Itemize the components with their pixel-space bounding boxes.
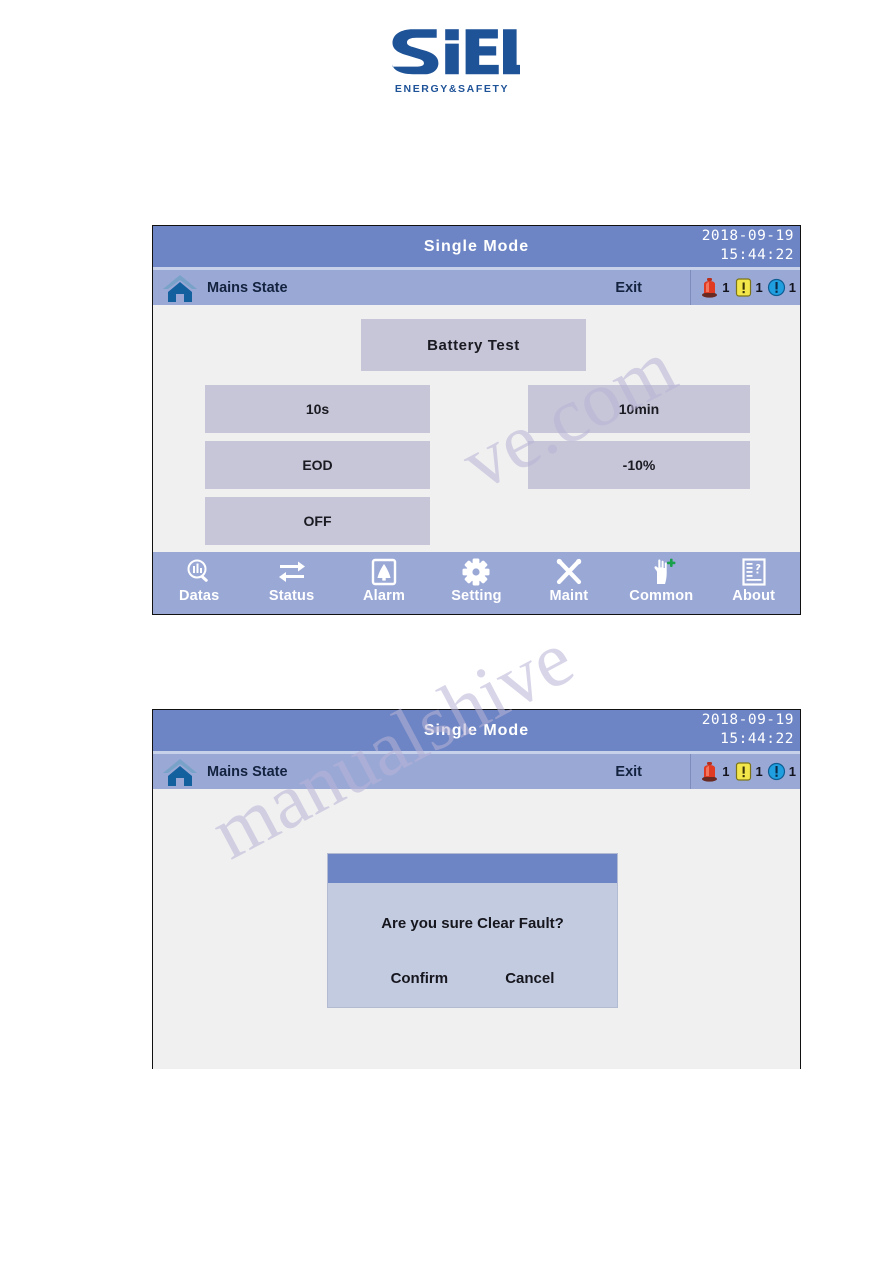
nav-label-about: About: [732, 588, 776, 604]
alarm-critical-indicator-2[interactable]: 1: [700, 761, 730, 782]
tools-icon: [556, 558, 582, 585]
gear-icon: [462, 558, 490, 586]
nav-label-datas: Datas: [178, 588, 220, 604]
screen-datetime-2: 2018-09-19 15:44:22: [702, 711, 794, 749]
alarm-info-indicator-2[interactable]: 1: [767, 761, 796, 782]
transfer-arrows-icon: [278, 561, 305, 582]
exit-button[interactable]: Exit: [615, 280, 642, 296]
alarm-beacon-icon: [702, 762, 718, 782]
bell-icon: [371, 558, 397, 586]
alarm-info-count-2: 1: [788, 764, 796, 779]
warning-triangle-icon: [735, 278, 751, 297]
info-circle-icon: [767, 762, 785, 781]
alarm-indicator-group-2: 1 1 1: [690, 754, 796, 789]
battery-test-minus10-button[interactable]: -10%: [528, 441, 750, 489]
dialog-message: Are you sure Clear Fault?: [381, 915, 564, 932]
nav-item-about[interactable]: About: [708, 557, 800, 604]
home-icon[interactable]: [161, 757, 199, 787]
data-search-icon: [187, 559, 208, 582]
nav-item-setting[interactable]: Setting: [430, 557, 522, 604]
dialog-confirm-button[interactable]: Confirm: [391, 970, 449, 987]
alarm-warning-count: 1: [755, 280, 763, 295]
battery-test-10min-button[interactable]: 10min: [528, 385, 750, 433]
ups-screen-battery-test: Single Mode 2018-09-19 15:44:22 Mains St…: [152, 225, 801, 615]
screen-time-2: 15:44:22: [720, 731, 794, 747]
screen-time: 15:44:22: [720, 247, 794, 263]
ups-screen-clear-fault: Single Mode 2018-09-19 15:44:22 Mains St…: [152, 709, 801, 1069]
exit-button-2[interactable]: Exit: [615, 764, 642, 780]
battery-test-eod-button[interactable]: EOD: [205, 441, 430, 489]
screen-datetime: 2018-09-19 15:44:22: [702, 227, 794, 265]
warning-triangle-icon: [735, 762, 751, 781]
hand-plus-icon: [654, 558, 676, 584]
nav-item-status[interactable]: Status: [246, 557, 338, 604]
nav-item-common[interactable]: Common: [615, 557, 707, 604]
nav-item-datas[interactable]: Datas: [153, 557, 245, 604]
alarm-critical-count-2: 1: [722, 764, 730, 779]
alarm-info-count: 1: [788, 280, 796, 295]
screen-subbar: Mains State Exit 1 1 1: [153, 270, 800, 305]
dialog-cancel-button[interactable]: Cancel: [505, 970, 554, 987]
alarm-critical-indicator[interactable]: 1: [700, 277, 730, 298]
nav-label-common: Common: [629, 588, 694, 604]
info-circle-icon: [767, 278, 785, 297]
clear-fault-body: Are you sure Clear Fault? Confirm Cancel: [153, 789, 800, 1069]
alarm-beacon-icon: [702, 278, 718, 298]
bottom-navigation-bar: Datas Status Alarm Setting Maint Common …: [153, 552, 800, 614]
dialog-titlebar: [328, 854, 617, 883]
mains-state-label-2: Mains State: [207, 763, 288, 780]
brand-logo: ENERGY&SAFETY: [382, 24, 522, 110]
alarm-warning-count-2: 1: [755, 764, 763, 779]
screen-subbar-2: Mains State Exit 1 1 1: [153, 754, 800, 789]
home-icon[interactable]: [161, 273, 199, 303]
alarm-info-indicator[interactable]: 1: [767, 277, 796, 298]
nav-item-alarm[interactable]: Alarm: [338, 557, 430, 604]
screen-titlebar: Single Mode 2018-09-19 15:44:22: [153, 226, 800, 267]
nav-label-maint: Maint: [549, 588, 589, 604]
clear-fault-dialog: Are you sure Clear Fault? Confirm Cancel: [327, 853, 618, 1008]
alarm-critical-count: 1: [722, 280, 730, 295]
mains-state-label: Mains State: [207, 279, 288, 296]
alarm-warning-indicator-2[interactable]: 1: [734, 761, 763, 782]
battery-test-off-button[interactable]: OFF: [205, 497, 430, 545]
nav-label-alarm: Alarm: [362, 588, 406, 604]
screen-date-2: 2018-09-19: [701, 712, 794, 728]
battery-test-body: Battery Test 10s EOD OFF 10min -10%: [153, 305, 800, 575]
dialog-actions: Confirm Cancel: [328, 970, 617, 987]
nav-label-status: Status: [268, 588, 315, 604]
alarm-indicator-group: 1 1 1: [690, 270, 796, 305]
alarm-warning-indicator[interactable]: 1: [734, 277, 763, 298]
siel-logo-icon: [392, 29, 520, 75]
nav-item-maint[interactable]: Maint: [523, 557, 615, 604]
screen-titlebar-2: Single Mode 2018-09-19 15:44:22: [153, 710, 800, 751]
battery-test-heading-button[interactable]: Battery Test: [361, 319, 586, 371]
battery-test-10s-button[interactable]: 10s: [205, 385, 430, 433]
nav-label-setting: Setting: [451, 588, 502, 604]
document-question-icon: [742, 558, 766, 586]
screen-date: 2018-09-19: [701, 228, 794, 244]
brand-tagline: ENERGY&SAFETY: [394, 83, 510, 95]
